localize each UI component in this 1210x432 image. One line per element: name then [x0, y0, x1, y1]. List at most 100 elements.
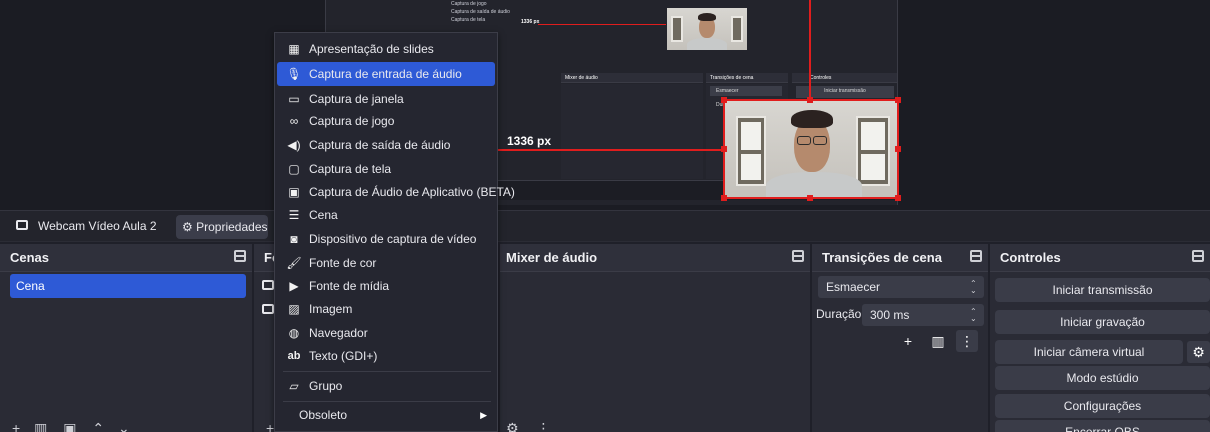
menu-item-scene[interactable]: ☰ Cena	[277, 203, 495, 227]
scenes-title: Cenas	[10, 250, 50, 265]
add-icon[interactable]: +	[12, 420, 20, 432]
menu-separator	[283, 401, 491, 402]
menu-item-deprecated[interactable]: Obsoleto ▶	[277, 403, 495, 427]
play-icon: ▶	[289, 279, 299, 293]
move-down-icon[interactable]: ⌄	[118, 420, 130, 432]
mini-guide-line	[538, 24, 666, 25]
transition-options-button[interactable]: ⋮	[956, 330, 978, 352]
undock-icon[interactable]	[792, 250, 804, 262]
app-audio-icon: ▣	[288, 185, 300, 199]
controls-dock-title: Controles	[990, 244, 1210, 272]
gamepad-icon: ∞	[289, 114, 299, 128]
settings-button[interactable]: Configurações	[995, 394, 1210, 418]
virtual-camera-settings-button[interactable]: ⚙	[1187, 341, 1210, 363]
properties-button[interactable]: ⚙ Propriedades	[176, 215, 268, 239]
scene-list-item[interactable]: Cena	[10, 274, 246, 298]
mini-menu-item: Captura de jogo	[451, 1, 487, 7]
sources-toolbar: +	[266, 420, 274, 432]
resize-handle[interactable]	[807, 97, 813, 103]
duration-value: 300 ms	[870, 308, 910, 322]
resize-handle[interactable]	[721, 146, 727, 152]
menu-item-label: Captura de saída de áudio	[309, 138, 451, 152]
horizontal-guide-line	[498, 149, 724, 151]
text-icon: ab	[287, 350, 301, 362]
settings-icon[interactable]: ⚙	[506, 420, 519, 432]
menu-item-game-capture[interactable]: ∞ Captura de jogo	[277, 109, 495, 133]
monitor-icon: ▢	[288, 162, 300, 176]
mini-transitions-head: Transições de cena	[706, 73, 788, 83]
mini-transition-select: Esmaecer	[710, 86, 782, 96]
menu-item-display-capture[interactable]: ▢ Captura de tela	[277, 157, 495, 181]
menu-item-label: Imagem	[309, 302, 353, 316]
image-icon: ▨	[288, 302, 300, 316]
mini-controls-head: Controles	[792, 73, 897, 83]
add-transition-button[interactable]: +	[896, 330, 920, 352]
menu-item-audio-input[interactable]: 🎙 Captura de entrada de áudio	[277, 62, 495, 86]
properties-label: Propriedades	[196, 220, 268, 234]
menu-item-color-source[interactable]: 🖌 Fonte de cor	[277, 251, 495, 275]
menu-item-label: Fonte de cor	[309, 256, 377, 270]
mini-mixer-panel	[561, 84, 703, 179]
transition-select[interactable]: Esmaecer ⌃ ⌄	[818, 276, 984, 298]
menu-item-label: Captura de jogo	[309, 114, 395, 128]
vertical-guide-line	[809, 0, 811, 100]
source-monitor-icon	[262, 304, 274, 314]
menu-item-group[interactable]: ▱ Grupo	[277, 374, 495, 398]
menu-item-text[interactable]: ab Texto (GDI+)	[277, 344, 495, 368]
resize-handle[interactable]	[807, 195, 813, 201]
studio-mode-button[interactable]: Modo estúdio	[995, 366, 1210, 390]
more-options-icon[interactable]: ⋮	[536, 420, 550, 432]
resize-handle[interactable]	[721, 195, 727, 201]
globe-icon: ◍	[288, 326, 300, 340]
list-icon: ☰	[288, 208, 300, 222]
menu-item-label: Dispositivo de captura de vídeo	[309, 232, 477, 246]
menu-item-image[interactable]: ▨ Imagem	[277, 297, 495, 321]
menu-item-media-source[interactable]: ▶ Fonte de mídia	[277, 274, 495, 298]
undock-icon[interactable]	[970, 250, 982, 262]
chevron-updown-icon: ⌃ ⌄	[970, 279, 977, 295]
start-streaming-button[interactable]: Iniciar transmissão	[995, 278, 1210, 302]
mini-webcam-image	[667, 8, 747, 50]
mini-menu-item: Captura de saída de áudio	[451, 9, 510, 15]
undock-icon[interactable]	[234, 250, 246, 262]
trash-icon[interactable]: ▥	[34, 420, 47, 432]
menu-item-audio-output[interactable]: ◀) Captura de saída de áudio	[277, 133, 495, 157]
menu-item-label: Texto (GDI+)	[309, 349, 378, 363]
menu-item-video-capture[interactable]: ◙ Dispositivo de captura de vídeo	[277, 227, 495, 251]
start-recording-button[interactable]: Iniciar gravação	[995, 310, 1210, 334]
resize-handle[interactable]	[721, 97, 727, 103]
selection-frame[interactable]	[723, 99, 899, 199]
camera-icon	[16, 220, 28, 230]
resize-handle[interactable]	[895, 146, 901, 152]
remove-transition-button[interactable]: ▥	[926, 330, 950, 352]
resize-handle[interactable]	[895, 97, 901, 103]
menu-item-app-audio[interactable]: ▣ Captura de Áudio de Aplicativo (BETA)	[277, 180, 515, 204]
menu-item-label: Captura de Áudio de Aplicativo (BETA)	[309, 185, 515, 199]
move-up-icon[interactable]: ⌃	[92, 420, 104, 432]
preview-area[interactable]: Captura de jogo Captura de saída de áudi…	[0, 0, 1210, 210]
add-icon[interactable]: +	[266, 420, 274, 432]
speaker-icon: ◀)	[287, 138, 301, 152]
distance-px-label: 1336 px	[507, 134, 552, 148]
transition-value: Esmaecer	[826, 280, 881, 294]
add-source-context-menu: ▦ Apresentação de slides 🎙 Captura de en…	[274, 32, 515, 432]
menu-item-browser[interactable]: ◍ Navegador	[277, 321, 495, 345]
scenes-dock-title: Cenas	[0, 244, 252, 272]
scenes-toolbar: + ▥ ▣ ⌃ ⌄	[12, 420, 130, 432]
menu-item-label: Cena	[309, 208, 338, 222]
undock-icon[interactable]	[1192, 250, 1204, 262]
menu-item-slideshow[interactable]: ▦ Apresentação de slides	[277, 37, 495, 61]
resize-handle[interactable]	[895, 195, 901, 201]
filter-icon[interactable]: ▣	[63, 420, 76, 432]
duration-spinbox[interactable]: 300 ms ⌃ ⌄	[862, 304, 984, 326]
audio-mixer-dock: Mixer de áudio	[500, 244, 810, 432]
slideshow-icon: ▦	[288, 42, 300, 56]
start-virtual-camera-button[interactable]: Iniciar câmera virtual	[995, 340, 1183, 364]
menu-item-label: Captura de janela	[309, 92, 404, 106]
exit-obs-button[interactable]: Encerrar OBS	[995, 420, 1210, 432]
microphone-icon: 🎙	[286, 67, 302, 81]
window-icon: ▭	[288, 92, 300, 106]
transitions-title: Transições de cena	[822, 250, 942, 265]
mixer-dock-title: Mixer de áudio	[500, 244, 810, 272]
menu-item-window-capture[interactable]: ▭ Captura de janela	[277, 87, 495, 111]
